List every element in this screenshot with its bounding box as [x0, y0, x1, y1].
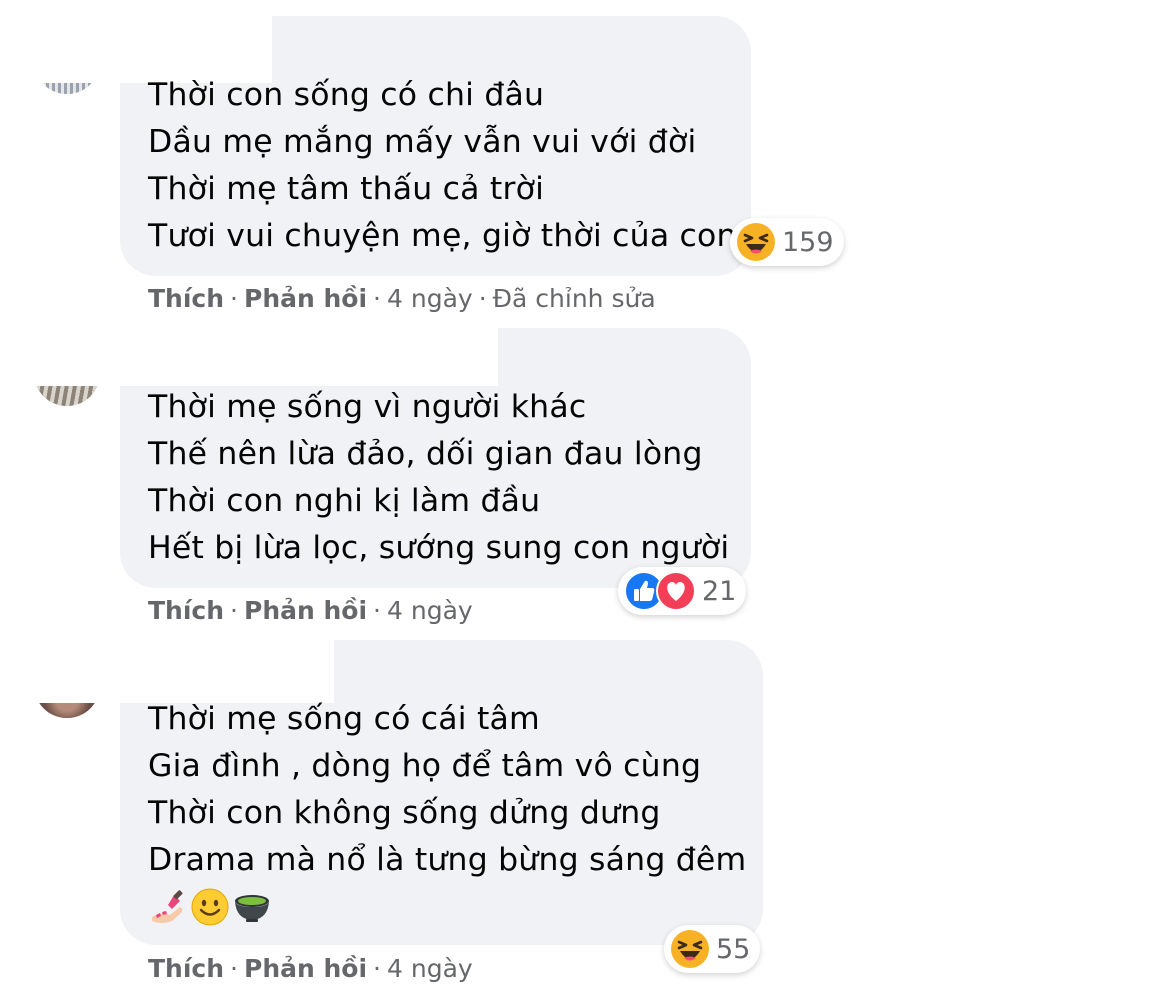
comment-actions: Thích · Phản hồi · 4 ngày · Đã chỉnh sửa	[148, 282, 656, 316]
comment-line: Tươi vui chuyện mẹ, giờ thời của con	[148, 218, 737, 254]
reaction-count: 159	[782, 226, 834, 258]
comment-text: Thời mẹ sống có cái tâm Gia đình , dòng …	[148, 696, 746, 884]
comment-line: Thời mẹ sống vì người khác	[148, 389, 587, 425]
nail-polish-emoji-icon	[152, 890, 183, 923]
comment-line: Thời con nghi kị làm đầu	[148, 483, 541, 519]
comment-line: Hết bị lừa lọc, sướng sung con người	[148, 530, 730, 566]
edited-label: Đã chỉnh sửa	[492, 284, 656, 313]
separator-dot: ·	[230, 596, 238, 625]
separator-dot: ·	[373, 596, 381, 625]
love-icon	[656, 571, 696, 611]
comment-line: Thời con sống có chi đâu	[148, 77, 545, 113]
reaction-icons	[736, 222, 776, 262]
reaction-count: 21	[702, 575, 737, 607]
reaction-icons	[670, 929, 710, 969]
haha-emoji-icon	[671, 930, 709, 968]
comment-text: Thời mẹ sống vì người khác Thế nên lừa đ…	[148, 384, 729, 572]
comment-line: Gia đình , dòng họ để tâm vô cùng	[148, 748, 702, 784]
redacted-name	[0, 318, 498, 386]
timestamp[interactable]: 4 ngày	[387, 284, 473, 313]
reaction-summary[interactable]: 159	[730, 218, 844, 266]
haha-emoji-icon	[737, 223, 775, 261]
reaction-count: 55	[716, 933, 751, 965]
redacted-name	[0, 0, 272, 83]
reply-link[interactable]: Phản hồi	[244, 284, 367, 313]
separator-dot: ·	[373, 954, 381, 983]
tea-bowl-emoji-icon	[235, 895, 269, 922]
comment-line: Thời mẹ tâm thấu cả trời	[148, 171, 545, 207]
like-link[interactable]: Thích	[148, 954, 224, 983]
comment-line: Dầu mẹ mắng mấy vẫn vui với đời	[148, 124, 697, 160]
reaction-icons	[624, 571, 696, 611]
reaction-summary[interactable]: 55	[664, 925, 761, 973]
comment-text: Thời con sống có chi đâu Dầu mẹ mắng mấy…	[148, 72, 737, 260]
like-link[interactable]: Thích	[148, 284, 224, 313]
timestamp[interactable]: 4 ngày	[387, 596, 473, 625]
comment-line: Drama mà nổ là tưng bừng sáng đêm	[148, 842, 747, 878]
like-link[interactable]: Thích	[148, 596, 224, 625]
reply-link[interactable]: Phản hồi	[244, 954, 367, 983]
comment-line: Thế nên lừa đảo, dối gian đau lòng	[148, 436, 703, 472]
redacted-name	[0, 632, 334, 703]
comment-emoji-line	[148, 884, 272, 930]
reply-link[interactable]: Phản hồi	[244, 596, 367, 625]
slightly-smiling-emoji-icon	[191, 888, 229, 926]
comment-line: Thời con không sống dửng dưng	[148, 795, 661, 831]
separator-dot: ·	[230, 284, 238, 313]
comment-actions: Thích · Phản hồi · 4 ngày	[148, 952, 473, 986]
separator-dot: ·	[373, 284, 381, 313]
comment-actions: Thích · Phản hồi · 4 ngày	[148, 594, 473, 628]
comment-line: Thời mẹ sống có cái tâm	[148, 701, 540, 737]
separator-dot: ·	[478, 284, 487, 313]
timestamp[interactable]: 4 ngày	[387, 954, 473, 983]
reaction-summary[interactable]: 21	[618, 567, 747, 615]
separator-dot: ·	[230, 954, 238, 983]
